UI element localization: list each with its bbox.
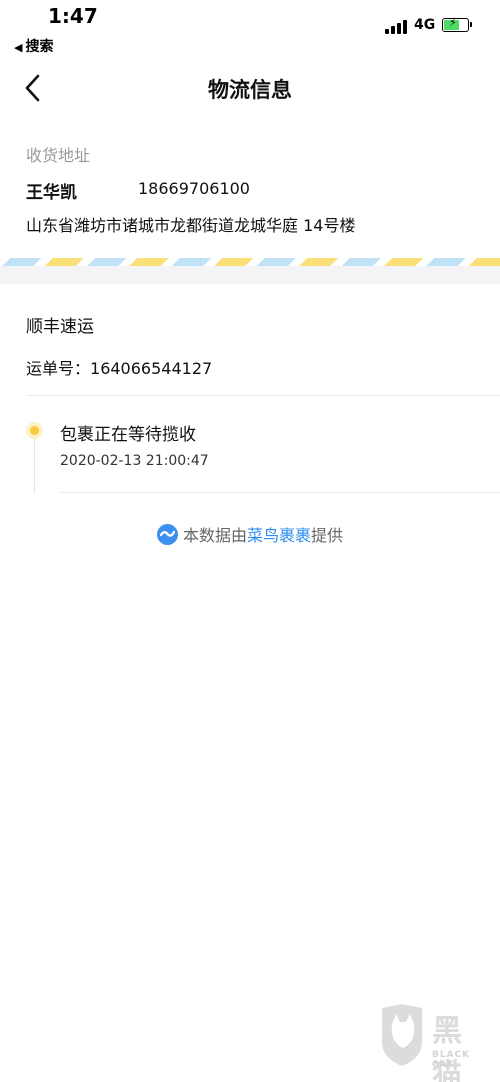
network-type: 4G — [414, 17, 436, 33]
cainiao-logo-icon — [156, 524, 178, 545]
source-prefix: 本数据由 — [182, 526, 247, 545]
status-time: 1:47 — [48, 4, 98, 28]
battery-icon: ⚡ — [442, 16, 472, 32]
watermark-text-cn: 黑猫 — [432, 1014, 464, 1082]
status-bar: 1:47 ◀ 搜索 4G ⚡ — [0, 0, 500, 60]
receiver-name: 王华凯 — [26, 183, 77, 203]
timeline-dot-icon — [26, 422, 43, 439]
page-title: 物流信息 — [208, 78, 292, 102]
tracking-event-time: 2020-02-13 21:00:47 — [60, 453, 209, 469]
black-cat-watermark: 黑猫 BLACK CAT — [376, 1000, 494, 1082]
divider — [26, 395, 500, 396]
waybill-number[interactable]: 164066544127 — [90, 359, 212, 378]
tracking-event-text: 包裹正在等待揽收 — [60, 425, 196, 445]
receiver-address: 山东省潍坊市诸城市龙都街道龙城华庭 14号楼 — [26, 216, 356, 235]
charging-bolt-icon: ⚡ — [449, 16, 457, 29]
source-brand-link[interactable]: 菜鸟裹裹 — [247, 526, 311, 545]
timeline-line — [34, 438, 35, 494]
courier-name: 顺丰速运 — [26, 317, 94, 337]
waybill-label: 运单号： — [26, 359, 91, 378]
nav-bar: 物流信息 — [0, 62, 500, 116]
watermark-text-en: BLACK CAT — [432, 1050, 471, 1070]
data-source-note: 本数据由菜鸟裹裹提供 — [0, 522, 500, 546]
back-app-label: 搜索 — [25, 39, 54, 55]
receiver-phone: 18669706100 — [138, 179, 250, 198]
section-gap — [0, 266, 500, 284]
envelope-stripe-divider — [0, 258, 500, 266]
divider — [60, 492, 500, 493]
cat-shield-logo-icon — [382, 1004, 422, 1066]
cellular-signal-icon — [385, 20, 407, 34]
source-suffix: 提供 — [311, 526, 344, 545]
back-to-app-link[interactable]: ◀ 搜索 — [14, 36, 53, 56]
address-section-label: 收货地址 — [26, 146, 91, 165]
back-triangle-icon: ◀ — [14, 41, 23, 54]
waybill-row: 运单号：164066544127 — [26, 355, 212, 379]
